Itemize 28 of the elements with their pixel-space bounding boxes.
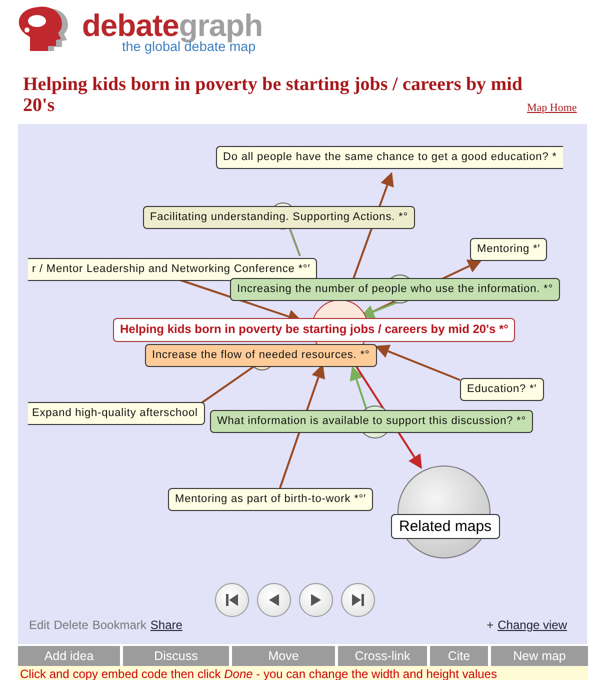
last-button[interactable]: [341, 583, 375, 617]
next-button[interactable]: [299, 583, 333, 617]
action-link[interactable]: Delete: [54, 618, 88, 632]
connector-line: [289, 228, 301, 256]
connector-line: [199, 364, 257, 405]
map-node[interactable]: r / Mentor Leadership and Networking Conference *°′: [28, 258, 318, 281]
previous-button[interactable]: [257, 583, 291, 617]
related-maps-node[interactable]: Related maps: [391, 514, 500, 539]
map-node[interactable]: Education? *′: [460, 378, 544, 401]
focus-node[interactable]: Helping kids born in poverty be starting jobs / careers by mid 20's *°: [113, 318, 516, 342]
share-link[interactable]: Share: [150, 618, 182, 632]
skip-forward-icon: [350, 592, 366, 608]
first-button[interactable]: [215, 583, 249, 617]
map-node[interactable]: Mentoring as part of birth-to-work *°′: [168, 488, 374, 511]
plus-sign: +: [486, 618, 494, 632]
skip-back-icon: [224, 592, 240, 608]
change-view-link[interactable]: Change view: [498, 618, 567, 632]
map-title: Helping kids born in poverty be starting jobs / careers by mid 20's: [23, 74, 523, 116]
map-node[interactable]: Expand high-quality afterschool: [28, 402, 205, 425]
map-node[interactable]: What information is available to support this discussion? *°: [210, 410, 534, 433]
map-node[interactable]: Increasing the number of people who use the information. *°: [230, 278, 560, 301]
action-link[interactable]: Bookmark: [92, 618, 146, 632]
map-node[interactable]: Do all people have the same chance to get a good education? *: [216, 146, 563, 169]
map-home-link[interactable]: Map Home: [527, 100, 577, 116]
map-node[interactable]: Increase the flow of needed resources. *°: [145, 344, 377, 367]
map-node[interactable]: Facilitating understanding. Supporting Actions. *°: [143, 206, 415, 229]
action-link[interactable]: Edit: [29, 618, 50, 632]
map-node[interactable]: Mentoring *′: [470, 238, 548, 261]
